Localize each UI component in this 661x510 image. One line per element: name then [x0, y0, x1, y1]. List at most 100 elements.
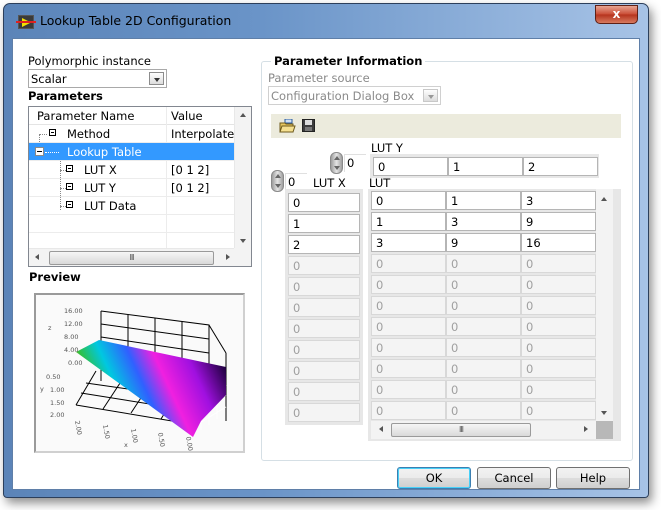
lut-data-cell[interactable]: 0	[521, 317, 596, 336]
folder-open-icon[interactable]	[279, 119, 296, 133]
lut-data-cell[interactable]: 3	[371, 233, 446, 252]
lut-data-cell[interactable]: 0	[446, 254, 521, 273]
tree-row-name: Lookup Table	[67, 145, 142, 159]
lut-x-cell[interactable]: 0	[288, 340, 360, 359]
x-axis-label: x	[124, 441, 128, 449]
lut-data-cell[interactable]: 0	[521, 338, 596, 357]
cancel-button[interactable]: Cancel	[477, 467, 551, 489]
preview-3d-graph[interactable]: 16.00 12.00 8.00 4.00 0.00 z 0.50 1.00 1…	[34, 293, 245, 453]
z-tick-label: 4.00	[64, 346, 78, 354]
lut-data-cell[interactable]: 0	[371, 401, 446, 420]
tree-row-value: [0 1 2]	[171, 163, 210, 177]
surface-plot: 16.00 12.00 8.00 4.00 0.00 z 0.50 1.00 1…	[40, 307, 227, 451]
lut-data-cell[interactable]: 0	[446, 317, 521, 336]
lut-data-cell[interactable]: 3	[521, 191, 596, 210]
scroll-thumb[interactable]: III	[391, 423, 531, 437]
lut-x-cell[interactable]: 0	[288, 277, 360, 296]
tree-row-method[interactable]: Method Interpolate/	[29, 125, 236, 143]
scroll-down-icon[interactable]	[240, 239, 246, 243]
chevron-down-icon[interactable]	[149, 72, 164, 85]
grid-line	[75, 370, 97, 406]
lut-data-cell[interactable]: 9	[446, 233, 521, 252]
lut-y-cell[interactable]: 1	[448, 157, 523, 176]
lut-data-cell[interactable]: 0	[521, 380, 596, 399]
scroll-up-icon[interactable]	[240, 113, 246, 117]
lut-x-cell[interactable]: 0	[288, 193, 360, 212]
lut-horizontal-scrollbar[interactable]: III	[371, 421, 596, 439]
scroll-left-icon[interactable]	[379, 426, 383, 432]
scroll-up-icon[interactable]	[601, 197, 607, 201]
lut-data-cell[interactable]: 1	[446, 191, 521, 210]
y-tick-label: 2.00	[50, 411, 64, 419]
chevron-down-icon[interactable]	[423, 89, 438, 102]
polymorphic-instance-label: Polymorphic instance	[28, 54, 152, 68]
lut-y-cell[interactable]: 0	[373, 157, 448, 176]
save-icon[interactable]	[302, 119, 315, 132]
tree-vertical-scrollbar[interactable]	[234, 107, 251, 249]
lut-x-index-spinner[interactable]	[271, 170, 284, 192]
y-tick-label: 1.00	[50, 386, 64, 394]
lut-data-cell[interactable]: 0	[521, 296, 596, 315]
tree-row-name: Method	[67, 127, 111, 141]
polymorphic-instance-select[interactable]: Scalar	[28, 69, 167, 88]
lut-data-cell[interactable]: 0	[371, 317, 446, 336]
tree-row-lut-y[interactable]: LUT Y [0 1 2]	[29, 179, 236, 197]
column-header-parameter-name[interactable]: Parameter Name	[37, 109, 134, 123]
parameters-heading: Parameters	[28, 89, 103, 103]
x-tick-label: 0.00	[184, 436, 194, 451]
lut-data-cell[interactable]: 0	[446, 338, 521, 357]
scroll-thumb[interactable]: III	[49, 251, 214, 265]
lut-data-cell[interactable]: 0	[371, 296, 446, 315]
lut-data-cell[interactable]: 0	[371, 359, 446, 378]
parameter-source-select[interactable]: Configuration Dialog Box	[268, 86, 441, 105]
lut-x-cell[interactable]: 2	[288, 235, 360, 254]
help-button[interactable]: Help	[556, 467, 630, 489]
z-tick-label: 16.00	[64, 307, 83, 315]
lut-x-cell[interactable]: 0	[288, 319, 360, 338]
leaf-node-icon	[66, 201, 73, 208]
lut-data-cell[interactable]: 0	[371, 275, 446, 294]
lut-data-cell[interactable]: 0	[446, 296, 521, 315]
lut-data-cell[interactable]: 9	[521, 212, 596, 231]
lut-x-cell[interactable]: 0	[288, 298, 360, 317]
collapse-icon[interactable]	[35, 147, 44, 156]
lut-y-index-value[interactable]: 0	[344, 154, 366, 172]
scroll-right-icon[interactable]	[226, 254, 230, 260]
parameters-tree[interactable]: Parameter Name Value Method Interpolate/…	[28, 106, 252, 267]
lut-data-cell[interactable]: 0	[446, 275, 521, 294]
column-header-value[interactable]: Value	[171, 109, 203, 123]
lut-x-cell[interactable]: 0	[288, 361, 360, 380]
lut-data-cell[interactable]: 0	[371, 380, 446, 399]
scroll-left-icon[interactable]	[35, 254, 39, 260]
lut-x-cell[interactable]: 0	[288, 403, 360, 422]
lut-data-cell[interactable]: 0	[371, 191, 446, 210]
close-button[interactable]: x	[595, 5, 638, 24]
lut-x-cell[interactable]: 1	[288, 214, 360, 233]
lut-data-cell[interactable]: 0	[446, 380, 521, 399]
lut-data-cell[interactable]: 0	[446, 359, 521, 378]
lut-vertical-scrollbar[interactable]	[596, 189, 613, 421]
lut-data-cell[interactable]: 3	[446, 212, 521, 231]
tree-row-lookup-table[interactable]: Lookup Table	[29, 143, 236, 161]
lut-data-cell[interactable]: 0	[521, 359, 596, 378]
lut-x-cell[interactable]: 0	[288, 382, 360, 401]
lut-data-cell[interactable]: 16	[521, 233, 596, 252]
lut-data-cell[interactable]: 0	[521, 401, 596, 420]
title-bar[interactable]: Lookup Table 2D Configuration x	[4, 4, 648, 39]
scroll-down-icon[interactable]	[601, 411, 607, 415]
scroll-right-icon[interactable]	[584, 426, 588, 432]
tree-row-lut-x[interactable]: LUT X [0 1 2]	[29, 161, 236, 179]
lut-y-cell[interactable]: 2	[523, 157, 598, 176]
lut-data-cell[interactable]: 0	[521, 254, 596, 273]
tree-horizontal-scrollbar[interactable]: III	[29, 248, 236, 266]
lut-y-index-spinner[interactable]	[330, 152, 343, 174]
tree-row-lut-data[interactable]: LUT Data	[29, 197, 236, 215]
lut-x-cell[interactable]: 0	[288, 256, 360, 275]
lut-data-cell[interactable]: 0	[446, 401, 521, 420]
lut-data-cell[interactable]: 0	[371, 338, 446, 357]
ok-button[interactable]: OK	[397, 467, 471, 489]
lut-data-cell[interactable]: 0	[371, 254, 446, 273]
lut-data-cell[interactable]: 1	[371, 212, 446, 231]
lut-data-cell[interactable]: 0	[521, 275, 596, 294]
parameter-source-label: Parameter source	[268, 71, 370, 85]
